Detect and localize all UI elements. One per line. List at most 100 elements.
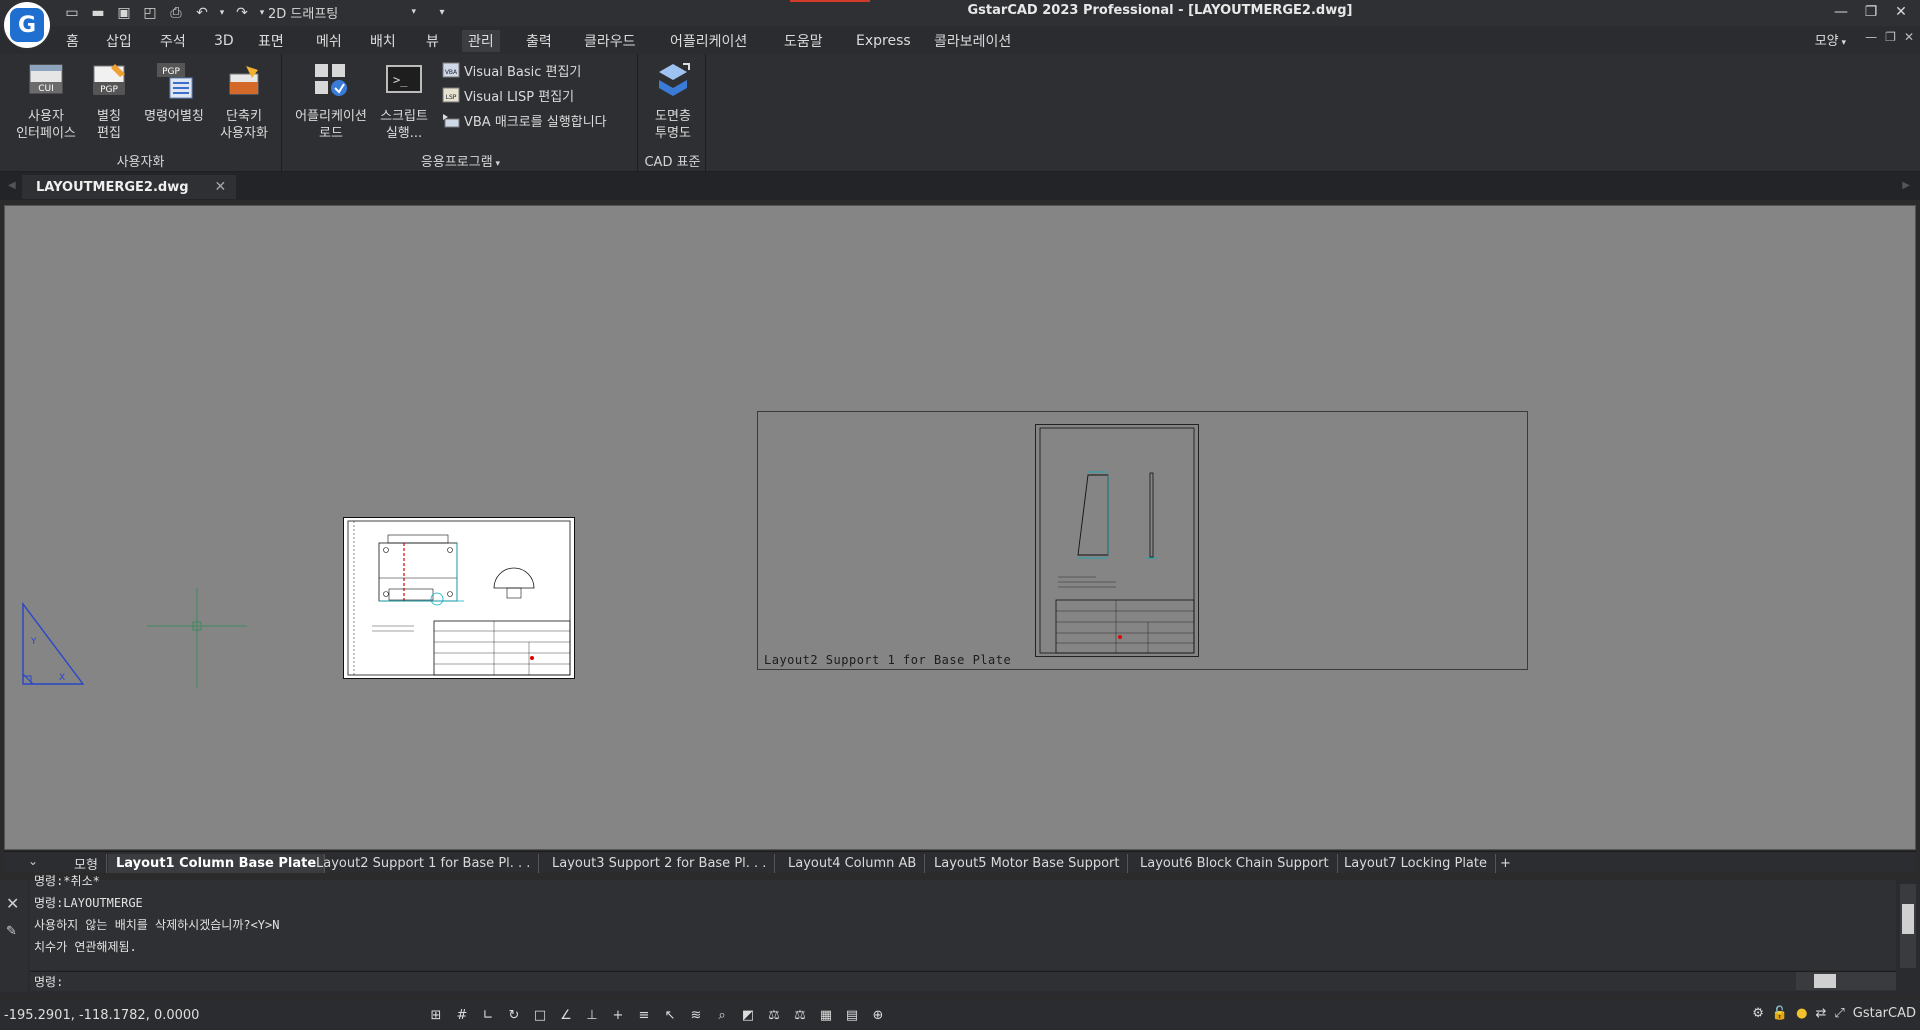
svg-text:X: X [59, 673, 65, 683]
minimize-icon[interactable]: — [1826, 0, 1856, 24]
command-side-toolbar: ✕ ✎ [0, 880, 28, 992]
command-input[interactable]: 명령: [30, 971, 1896, 991]
annotation-scale-icon[interactable]: ⚖ [764, 1006, 784, 1024]
viewport-sheet-preview [1035, 424, 1199, 657]
customize-qat-icon[interactable]: ▾ [432, 2, 452, 22]
doc-close-icon[interactable]: ✕ [1904, 30, 1914, 44]
layers-icon[interactable]: ≋ [686, 1006, 706, 1024]
cui-button[interactable]: CUI 사용자 인터페이스 [6, 60, 86, 142]
tab-annotate[interactable]: 주석 [154, 30, 192, 52]
viewport-label: Layout2 Support 1 for Base Plate [764, 653, 1012, 667]
polar-icon[interactable]: ↻ [504, 1006, 524, 1024]
cui-label: 사용자 인터페이스 [16, 109, 76, 141]
tab-mesh[interactable]: 메쉬 [310, 30, 348, 52]
crosshair-cursor-icon [147, 588, 247, 688]
drawing-canvas[interactable]: Layout2 Support 1 for Base Plate Y X [4, 205, 1916, 850]
redo-icon[interactable]: ↷ [232, 3, 252, 23]
tab-home[interactable]: 홈 [60, 30, 85, 52]
workspace-select[interactable]: 2D 드래프팅 ▾ [262, 2, 422, 22]
print-icon[interactable]: ⎙ [166, 3, 186, 23]
gear-icon[interactable]: ⚙ [1752, 1006, 1764, 1021]
document-window-controls: — ❐ ✕ [1865, 30, 1914, 44]
drawing-sheet-graphics [347, 520, 571, 676]
fullscreen-icon[interactable]: ⤢ [1834, 1006, 1844, 1021]
tab-surface[interactable]: 표면 [252, 30, 290, 52]
zoom-icon[interactable]: ⌕ [712, 1006, 732, 1024]
tab-express[interactable]: Express [850, 30, 917, 52]
run-vba-macro-button[interactable]: VBA 매크로를 실행합니다 [442, 109, 607, 131]
tab-3d[interactable]: 3D [208, 30, 240, 52]
undo-icon[interactable]: ↶ [192, 3, 212, 23]
command-history-line: 명령:LAYOUTMERGE [34, 896, 143, 910]
close-icon[interactable]: ✕ [215, 179, 227, 195]
close-icon[interactable]: ✕ [1886, 0, 1916, 24]
command-settings-icon[interactable]: ✎ [6, 924, 17, 939]
ortho-icon[interactable]: ∟ [478, 1006, 498, 1024]
communication-icon[interactable]: ⇄ [1815, 1006, 1826, 1021]
tab-view[interactable]: 뷰 [420, 30, 445, 52]
tab-collaboration[interactable]: 콜라보레이션 [928, 30, 1017, 52]
new-file-icon[interactable]: ▭ [62, 3, 82, 23]
tab-applications[interactable]: 어플리케이션 [664, 30, 753, 52]
close-icon[interactable]: ✕ [6, 894, 19, 913]
layer-transparency-button[interactable]: 도면층 투명도 [640, 60, 706, 142]
shortcut-customize-button[interactable]: 단축키 사용자화 [208, 60, 280, 142]
otrack-icon[interactable]: ∠ [556, 1006, 576, 1024]
tab-scroll-right-icon[interactable]: ▶ [1902, 180, 1910, 191]
tab-output[interactable]: 출력 [520, 30, 558, 52]
dyn-input-icon[interactable]: + [608, 1006, 628, 1024]
tab-help[interactable]: 도움말 [778, 30, 829, 52]
tab-manage[interactable]: 관리 [462, 30, 500, 52]
workspace-icon[interactable]: ◩ [738, 1006, 758, 1024]
vlisp-editor-label: Visual LISP 편집기 [464, 89, 575, 105]
command-history: 명령:*취소* 명령:LAYOUTMERGE 사용하지 않는 배치를 삭제하시겠… [30, 874, 1896, 970]
open-file-icon[interactable]: ▬ [88, 3, 108, 23]
layout-tabs-expand-icon[interactable]: ⌄ [28, 854, 38, 868]
svg-text:LSP: LSP [446, 94, 457, 101]
app-load-icon [315, 64, 347, 96]
document-tab[interactable]: LAYOUTMERGE2.dwg ✕ [22, 175, 237, 199]
app-logo[interactable]: G [4, 2, 50, 48]
selection-cycling-icon[interactable]: ↖ [660, 1006, 680, 1024]
load-application-button[interactable]: 어플리케이션 로드 [286, 60, 376, 142]
alias-edit-button[interactable]: PGP 별칭 편집 [76, 60, 142, 142]
doc-restore-icon[interactable]: ❐ [1885, 30, 1896, 44]
command-alias-button[interactable]: PGP 명령어별칭 [136, 60, 212, 125]
snap-icon[interactable]: # [452, 1006, 472, 1024]
command-horizontal-scrollbar[interactable] [1796, 972, 1896, 990]
save-as-icon[interactable]: ◰ [140, 3, 160, 23]
tab-layout[interactable]: 배치 [364, 30, 402, 52]
annotation-visibility-icon[interactable]: ⚖ [790, 1006, 810, 1024]
vlisp-editor-button[interactable]: LSP Visual LISP 편집기 [442, 84, 574, 106]
dyn-ucs-icon[interactable]: ⊥ [582, 1006, 602, 1024]
svg-text:>_: >_ [393, 73, 408, 87]
ribbon-mode-menu[interactable]: 모양 ▾ [1815, 30, 1846, 49]
lightbulb-icon[interactable]: ● [1796, 1006, 1807, 1021]
tab-cloud[interactable]: 클라우드 [578, 30, 642, 52]
run-script-button[interactable]: >_ 스크립트 실행... [374, 60, 434, 142]
lineweight-icon[interactable]: ≡ [634, 1006, 654, 1024]
run-vba-macro-label: VBA 매크로를 실행합니다 [464, 114, 607, 130]
tab-scroll-left-icon[interactable]: ◀ [8, 180, 16, 191]
scrollbar-thumb[interactable] [1902, 904, 1914, 934]
grid-icon[interactable]: ⊞ [426, 1006, 446, 1024]
hardware-acceleration-icon[interactable]: ⊕ [868, 1006, 888, 1024]
command-history-line: 사용하지 않는 배치를 삭제하시겠습니까?<Y>N [34, 918, 280, 932]
scrollbar-thumb[interactable] [1814, 974, 1836, 988]
table-icon[interactable]: ▤ [842, 1006, 862, 1024]
vba-icon: VBA [442, 62, 460, 78]
command-vertical-scrollbar[interactable] [1900, 884, 1916, 968]
undo-dropdown-icon[interactable]: ▾ [218, 3, 226, 23]
command-window: ✕ ✎ 명령:*취소* 명령:LAYOUTMERGE 사용하지 않는 배치를 삭… [0, 874, 1920, 995]
ribbon-group-title[interactable]: 응용프로그램 ▾ [284, 151, 637, 170]
osnap-icon[interactable]: □ [530, 1006, 550, 1024]
vba-editor-button[interactable]: VBA Visual Basic 편집기 [442, 59, 581, 81]
tab-insert[interactable]: 삽입 [100, 30, 138, 52]
lock-icon[interactable]: 🔓 [1772, 1006, 1788, 1021]
quick-properties-icon[interactable]: ▦ [816, 1006, 836, 1024]
restore-icon[interactable]: ❐ [1856, 0, 1886, 24]
layout-viewport[interactable]: Layout2 Support 1 for Base Plate [757, 411, 1528, 670]
doc-minimize-icon[interactable]: — [1865, 30, 1877, 44]
save-icon[interactable]: ▣ [114, 3, 134, 23]
command-history-line: 명령:*취소* [34, 874, 100, 888]
